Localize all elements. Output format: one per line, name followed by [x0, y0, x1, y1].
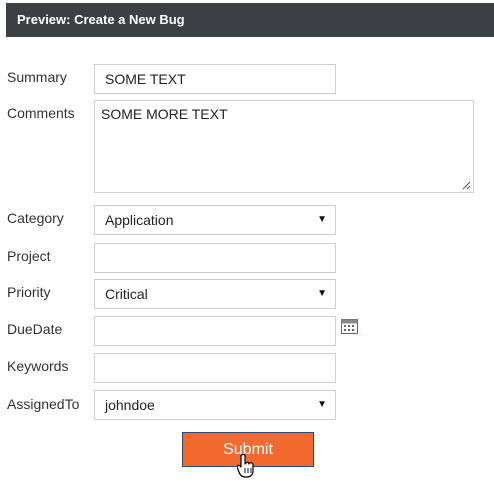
project-input[interactable]: [94, 243, 336, 273]
comments-label: Comments: [7, 105, 75, 121]
keywords-input[interactable]: [94, 353, 336, 383]
category-value: Application: [105, 212, 174, 228]
duedate-label: DueDate: [7, 321, 63, 337]
keywords-label: Keywords: [7, 358, 69, 374]
calendar-icon[interactable]: [341, 319, 358, 334]
summary-input[interactable]: SOME TEXT: [94, 64, 336, 94]
chevron-down-icon: ▼: [317, 214, 327, 225]
duedate-input[interactable]: [94, 316, 336, 346]
assignedto-select[interactable]: johndoe ▼: [94, 390, 336, 420]
resize-handle-icon[interactable]: [462, 181, 471, 190]
form-title: Preview: Create a New Bug: [17, 12, 185, 27]
form-header: Preview: Create a New Bug: [6, 3, 494, 37]
summary-label: Summary: [7, 69, 67, 85]
category-label: Category: [7, 210, 64, 226]
priority-value: Critical: [105, 286, 148, 302]
priority-label: Priority: [7, 284, 51, 300]
assignedto-label: AssignedTo: [7, 396, 80, 412]
chevron-down-icon: ▼: [317, 288, 327, 299]
project-label: Project: [7, 248, 51, 264]
comments-textarea[interactable]: SOME MORE TEXT: [94, 100, 474, 193]
priority-select[interactable]: Critical ▼: [94, 279, 336, 309]
chevron-down-icon: ▼: [317, 399, 327, 410]
assignedto-value: johndoe: [105, 397, 155, 413]
comments-value: SOME MORE TEXT: [101, 106, 228, 122]
category-select[interactable]: Application ▼: [94, 205, 336, 235]
hand-pointer-icon: [237, 454, 254, 478]
